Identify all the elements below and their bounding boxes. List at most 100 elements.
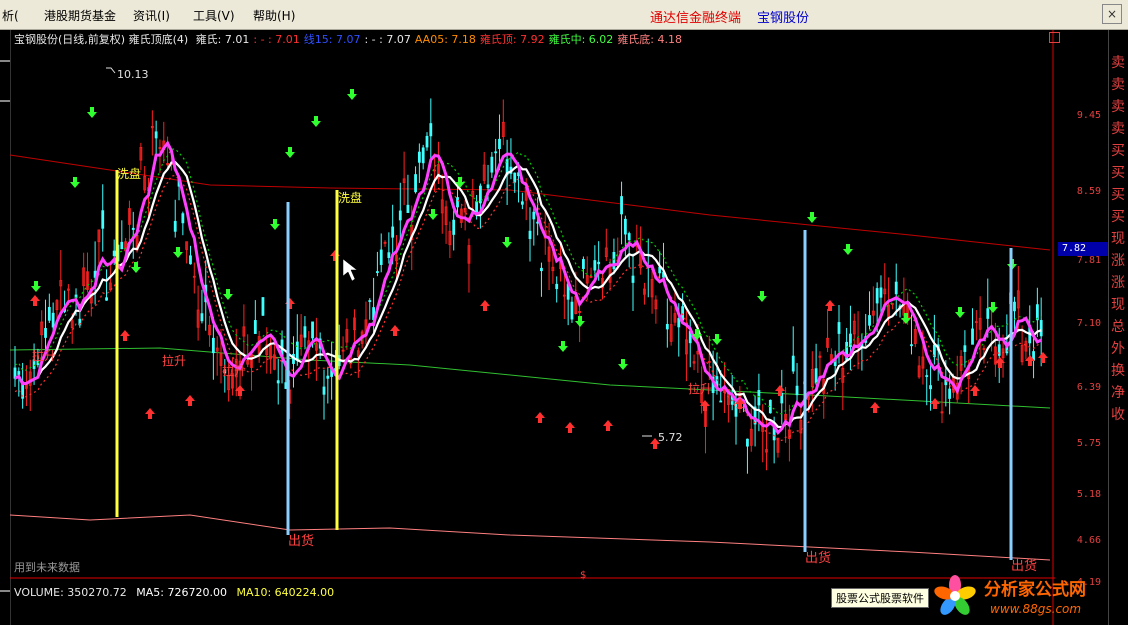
chart-title: 宝钢股份(日线,前复权) [14, 33, 126, 46]
indicator-info-line: 宝钢股份(日线,前复权) 雍氏顶底(4) 雍氏: 7.01: - : 7.01 线… [14, 31, 682, 47]
candle-body [494, 151, 498, 154]
candle-body [303, 326, 307, 338]
high-pointer [106, 67, 116, 74]
logo-url: www.88gs.com [990, 602, 1082, 616]
sell-arrow-icon [31, 281, 41, 292]
candle-body [814, 368, 818, 384]
candle-body [677, 318, 681, 328]
candle-body [44, 328, 47, 338]
indicator-field: : - : 7.07 [364, 33, 411, 46]
buy-arrow-icon [480, 300, 490, 311]
candle-body [791, 355, 795, 372]
candle-body [51, 312, 55, 328]
mouse-cursor-icon [342, 258, 358, 282]
rally-label: 拉升 [162, 353, 186, 368]
candle-body [532, 211, 536, 220]
candle-body [520, 201, 524, 205]
candle-body [963, 345, 967, 352]
rally-label: 拉升 [32, 348, 56, 363]
price-tick-label: 5.18 [1076, 489, 1101, 501]
candle-body [322, 386, 326, 395]
menu-info[interactable]: 资讯(I) [133, 7, 170, 24]
indicator-name: 雍氏顶底(4) [128, 33, 189, 46]
candle-body [620, 196, 623, 215]
candle-body [894, 281, 898, 295]
candle-body [1013, 301, 1016, 312]
sell-arrow-icon [285, 147, 295, 158]
price-tick-label: 7.81 [1076, 255, 1101, 267]
menu-tools[interactable]: 工具(V) [193, 7, 235, 24]
quote-panel-label: 涨 [1111, 275, 1125, 291]
sell-arrow-icon [843, 244, 853, 255]
strip-tick [0, 590, 10, 592]
indicator-field: 雍氏顶: 7.92 [479, 33, 545, 46]
indicator-field: AA05: 7.18 [414, 33, 476, 46]
candle-body [112, 250, 116, 257]
candle-body [528, 230, 532, 240]
quote-panel-label: 买 [1111, 187, 1125, 203]
volume-line: VOLUME: 350270.72 MA5: 726720.00 MA10: 6… [14, 586, 334, 599]
menu-hk-futures-funds[interactable]: 港股期货基金 [44, 7, 116, 24]
candle-body [452, 219, 456, 235]
candle-body [868, 315, 871, 326]
bottom-band-line [10, 514, 1051, 561]
menu-bar: 析( 港股期货基金 资讯(I) 工具(V) 帮助(H) 通达信金融终端 宝钢股份… [0, 0, 1128, 30]
strip-tick [0, 60, 10, 62]
candle-body [910, 344, 913, 347]
candle-body [253, 320, 257, 334]
sell-arrow-icon [311, 116, 321, 127]
wash-label: 洗盘 [117, 166, 141, 181]
sell-arrow-icon [988, 302, 998, 313]
quote-panel-label: 换 [1111, 363, 1125, 379]
candle-body [948, 388, 952, 399]
candle-body [295, 341, 299, 360]
buy-arrow-icon [603, 420, 613, 431]
candle-body [795, 385, 799, 396]
distribute-label: 出货 [288, 533, 314, 549]
candle-body [875, 288, 879, 304]
menu-analysis[interactable]: 析( [2, 7, 19, 24]
rally-label: 拉升 [688, 381, 712, 396]
sell-arrow-icon [131, 262, 141, 273]
candle-body [837, 322, 841, 334]
candle-body [456, 197, 459, 208]
candle-body [154, 131, 158, 139]
buy-arrow-icon [775, 385, 785, 396]
candle-body [429, 123, 433, 137]
sell-arrow-icon [502, 237, 512, 248]
quote-side-panel: 卖卖卖卖买买买买现涨涨现总外换净收 [1108, 30, 1128, 625]
candle-body [1035, 304, 1039, 321]
indicator-field: : - : 7.01 [253, 33, 300, 46]
candle-body [925, 375, 929, 377]
buy-arrow-icon [30, 295, 40, 306]
price-chart[interactable]: 10.135.72拉升 拉升拉升拉升洗盘洗盘出货出货出货$ [10, 30, 1055, 625]
brand-title: 通达信金融终端 [650, 11, 742, 26]
sell-arrow-icon [270, 219, 280, 230]
buy-arrow-icon [870, 402, 880, 413]
candle-body [276, 380, 280, 384]
sell-arrow-icon [87, 107, 97, 118]
candle-body [181, 213, 185, 224]
quote-panel-label: 卖 [1111, 99, 1125, 115]
sell-arrow-icon [347, 89, 357, 100]
close-button[interactable]: × [1102, 4, 1122, 24]
candle-body [200, 313, 204, 322]
candle-body [719, 400, 723, 403]
candle-body [326, 375, 330, 379]
quote-panel-label: 总 [1111, 319, 1125, 335]
sell-arrow-icon [712, 334, 722, 345]
candle-body [555, 283, 559, 290]
window-stock-name: 宝钢股份 [757, 11, 810, 26]
candle-body [597, 261, 601, 265]
sell-arrow-icon [807, 212, 817, 223]
candle-body [376, 271, 379, 273]
quote-panel-label: 卖 [1111, 77, 1125, 93]
menu-help[interactable]: 帮助(H) [253, 7, 295, 24]
quote-panel-label: 买 [1111, 143, 1125, 159]
candle-body [47, 306, 51, 321]
candle-body [391, 226, 395, 238]
quote-panel-label: 收 [1111, 407, 1125, 423]
logo-name: 分析家公式网 [984, 580, 1086, 600]
volume-ma10: MA10: 640224.00 [236, 586, 335, 599]
white-ma-line [14, 161, 1042, 429]
